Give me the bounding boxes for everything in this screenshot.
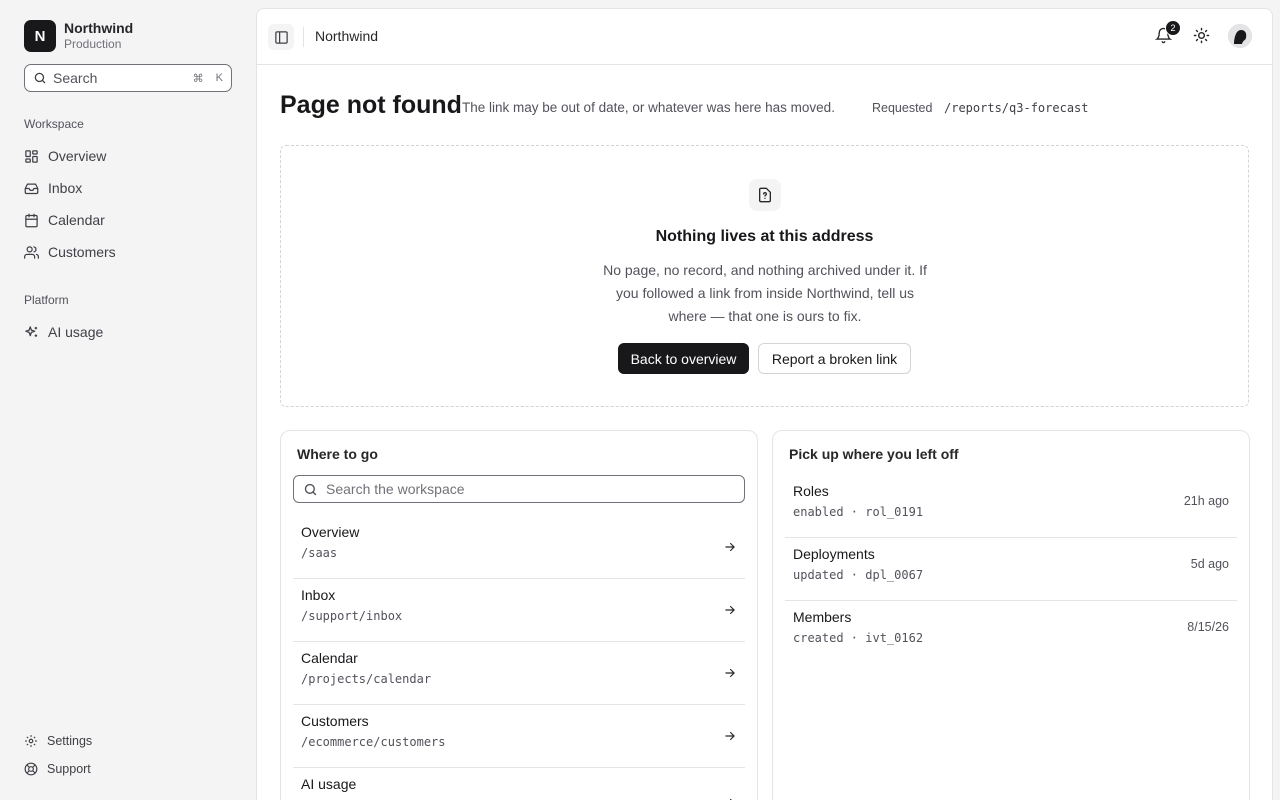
notification-badge: 2 [1165,20,1181,36]
recent-item-meta: enabled · rol_0191 [793,505,924,519]
recent-item-name: Deployments [793,546,875,562]
sidebar-item-calendar[interactable]: Calendar [24,206,232,234]
destination-item[interactable]: AI usage [293,768,745,800]
recent-item[interactable]: Members created · ivt_0162 8/15/26 [785,601,1237,664]
workspace-search[interactable] [293,475,745,503]
top-bar: Northwind 2 [257,9,1272,65]
arrow-right-icon [723,729,737,743]
inbox-icon [24,181,39,196]
back-to-overview-button[interactable]: Back to overview [618,343,749,374]
sidebar-item-customers[interactable]: Customers [24,238,232,266]
sidebar-search[interactable]: Search ⌘ K [24,64,232,92]
card-title: Pick up where you left off [789,446,959,462]
sidebar-item-label: Calendar [48,212,105,228]
empty-state-title: Nothing lives at this address [655,228,874,245]
main-panel: Northwind 2 Page not found The link may … [256,8,1273,800]
sidebar: N Northwind Production Search ⌘ K Worksp… [0,0,256,800]
search-icon [303,482,318,497]
calendar-icon [24,213,39,228]
layout-grid-icon [24,149,39,164]
destination-name: Customers [301,713,369,729]
destination-path: /support/inbox [301,609,403,623]
users-icon [24,245,39,260]
workspace-name: Northwind [64,20,134,36]
sidebar-item-label: Support [47,762,91,776]
destination-item[interactable]: Inbox /support/inbox [293,579,745,642]
recent-item-meta: created · ivt_0162 [793,631,924,645]
sidebar-toggle-button[interactable] [268,24,294,50]
sidebar-item-inbox[interactable]: Inbox [24,174,232,202]
empty-state: Nothing lives at this address No page, n… [280,145,1249,407]
sidebar-item-ai-usage[interactable]: AI usage [24,318,232,346]
arrow-right-icon [723,666,737,680]
sparkles-icon [24,325,39,340]
workspace-switcher[interactable]: N Northwind Production [24,20,133,52]
destination-name: AI usage [301,776,357,792]
shortcut-key: K [215,72,223,84]
sidebar-item-support[interactable]: Support [24,762,91,776]
sidebar-item-label: Overview [48,148,107,164]
search-icon [33,71,47,85]
requested-label: Requested [872,101,933,115]
destination-path: /projects/calendar [301,672,432,686]
destination-item[interactable]: Overview /saas [293,516,745,579]
arrow-right-icon [723,540,737,554]
lifebuoy-icon [24,762,38,776]
destination-name: Inbox [301,587,336,603]
recent-item-name: Members [793,609,852,625]
destination-path: /ecommerce/customers [301,735,446,749]
recent-item-meta: updated · dpl_0067 [793,568,924,582]
divider [303,27,304,47]
theme-toggle-button[interactable] [1193,27,1210,44]
sidebar-item-label: Inbox [48,180,83,196]
destination-name: Calendar [301,650,358,666]
where-to-go-card: Where to go Overview /saas Inbox /suppor… [280,430,758,800]
destination-item[interactable]: Customers /ecommerce/customers [293,705,745,768]
sidebar-search-label: Search [53,70,98,86]
sidebar-item-label: Settings [47,734,93,748]
gear-icon [24,734,38,748]
file-question-icon [749,179,781,211]
shortcut-key: ⌘ [192,72,204,85]
recent-item[interactable]: Roles enabled · rol_0191 21h ago [785,475,1237,538]
destination-path: /saas [301,546,338,560]
workspace-search-input[interactable] [326,481,735,497]
nav-section-heading: Workspace [24,117,84,131]
avatar[interactable] [1228,24,1252,48]
page-subtitle: The link may be out of date, or whatever… [462,100,835,115]
recent-activity-card: Pick up where you left off Roles enabled… [772,430,1250,800]
nav-section-heading: Platform [24,293,69,307]
destination-item[interactable]: Calendar /projects/calendar [293,642,745,705]
brand-logo: N [24,20,56,52]
recent-item[interactable]: Deployments updated · dpl_0067 5d ago [785,538,1237,601]
sidebar-item-label: Customers [48,244,116,260]
card-title: Where to go [297,446,378,462]
workspace-environment: Production [64,37,122,51]
arrow-right-icon [723,603,737,617]
recent-item-time: 5d ago [1190,557,1229,571]
recent-item-time: 21h ago [1183,494,1229,508]
recent-item-name: Roles [793,483,829,499]
empty-state-body: No page, no record, and nothing archived… [603,262,927,324]
page-title: Page not found [280,91,462,119]
destination-name: Overview [301,524,360,540]
sidebar-item-overview[interactable]: Overview [24,142,232,170]
requested-path: /reports/q3-forecast [944,101,1089,115]
sidebar-item-label: AI usage [48,324,104,340]
panel-left-icon [274,30,289,45]
recent-item-time: 8/15/26 [1187,620,1229,634]
arrow-right-icon [723,796,737,800]
breadcrumb[interactable]: Northwind [315,28,378,44]
sidebar-item-settings[interactable]: Settings [24,734,92,748]
report-broken-link-button[interactable]: Report a broken link [758,343,911,374]
sun-icon [1193,27,1210,44]
